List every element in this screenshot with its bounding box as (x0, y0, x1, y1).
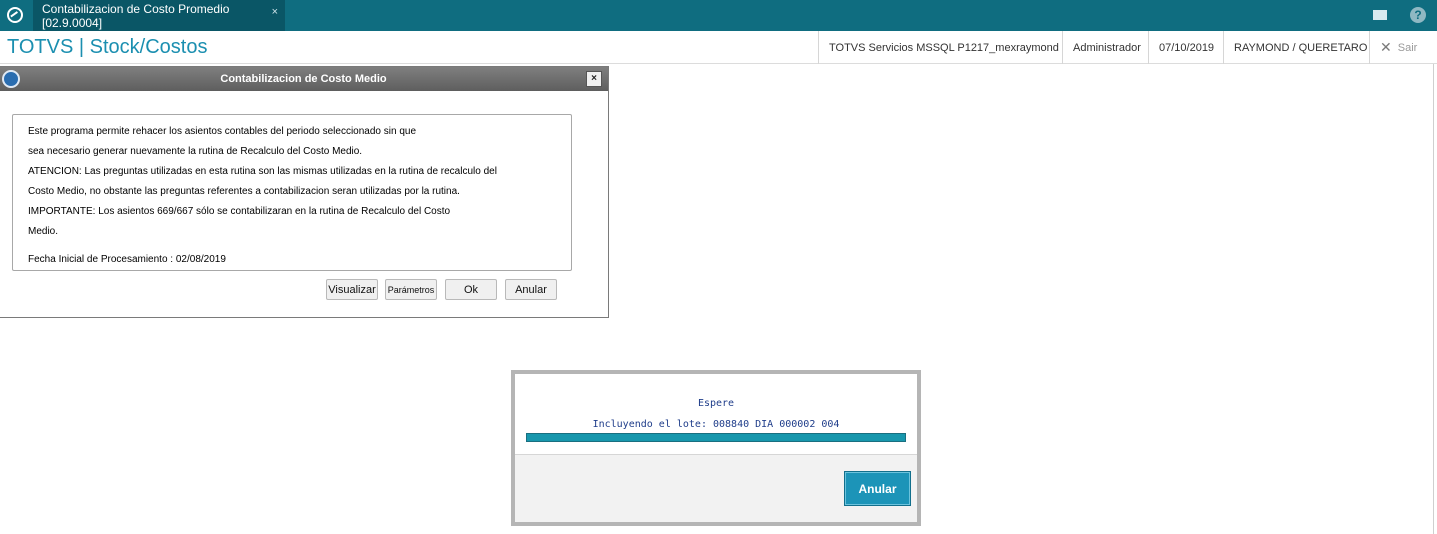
description-line: Este programa permite rehacer los asient… (28, 126, 417, 137)
progress-bar (526, 433, 906, 442)
contabilizacion-dialog: Contabilizacion de Costo Medio × Este pr… (0, 66, 609, 318)
tab-close-icon[interactable]: × (272, 6, 278, 18)
cancel-button[interactable]: Anular (844, 471, 911, 506)
wait-footer: Anular (515, 454, 917, 522)
app-brand: TOTVS | Stock/Costos (7, 36, 208, 58)
ok-button[interactable]: Ok (445, 279, 497, 300)
top-bar: Contabilizacion de Costo Promedio [02.9.… (0, 0, 1437, 31)
wait-title: Espere (697, 398, 735, 409)
description-line: Medio. (28, 226, 59, 237)
close-icon: ✕ (1380, 39, 1392, 55)
description-box: Este programa permite rehacer los asient… (12, 114, 572, 271)
fecha-inicial: Fecha Inicial de Procesamiento : 02/08/2… (28, 254, 226, 265)
dialog-close-button[interactable]: × (586, 71, 602, 87)
app-header: TOTVS | Stock/Costos TOTVS Servicios MSS… (0, 31, 1437, 64)
description-line: sea necesario generar nuevamente la ruti… (28, 146, 363, 157)
user-info: Administrador (1062, 31, 1151, 64)
anular-button[interactable]: Anular (505, 279, 557, 300)
parametros-button[interactable]: Parámetros (385, 279, 437, 300)
tab-contabilizacion[interactable]: Contabilizacion de Costo Promedio [02.9.… (33, 0, 285, 31)
date-info: 07/10/2019 (1148, 31, 1224, 64)
exit-label: Sair (1397, 41, 1418, 54)
mail-icon[interactable] (1370, 5, 1390, 25)
description-line: IMPORTANTE: Los asientos 669/667 sólo se… (28, 206, 451, 217)
help-icon[interactable]: ? (1408, 5, 1428, 25)
wait-dialog: Espere Incluyendo el lote: 008840 DIA 00… (511, 370, 921, 526)
protheus-logo-icon (2, 70, 20, 88)
totvs-logo-icon[interactable] (7, 7, 23, 23)
server-info: TOTVS Servicios MSSQL P1217_mexraymond (818, 31, 1069, 64)
workspace-border (1433, 64, 1434, 534)
dialog-title: Contabilizacion de Costo Medio (0, 67, 608, 91)
exit-button[interactable]: ✕ Sair (1369, 31, 1427, 64)
branch-info: RAYMOND / QUERETARO (1223, 31, 1377, 64)
visualizar-button[interactable]: Visualizar (326, 279, 378, 300)
tab-title: Contabilizacion de Costo Promedio [02.9.… (42, 1, 230, 30)
description-line: ATENCION: Las preguntas utilizadas en es… (28, 166, 497, 177)
description-line: Costo Medio, no obstante las preguntas r… (28, 186, 460, 197)
progress-fill (527, 434, 905, 441)
wait-message: Incluyendo el lote: 008840 DIA 000002 00… (592, 419, 840, 430)
